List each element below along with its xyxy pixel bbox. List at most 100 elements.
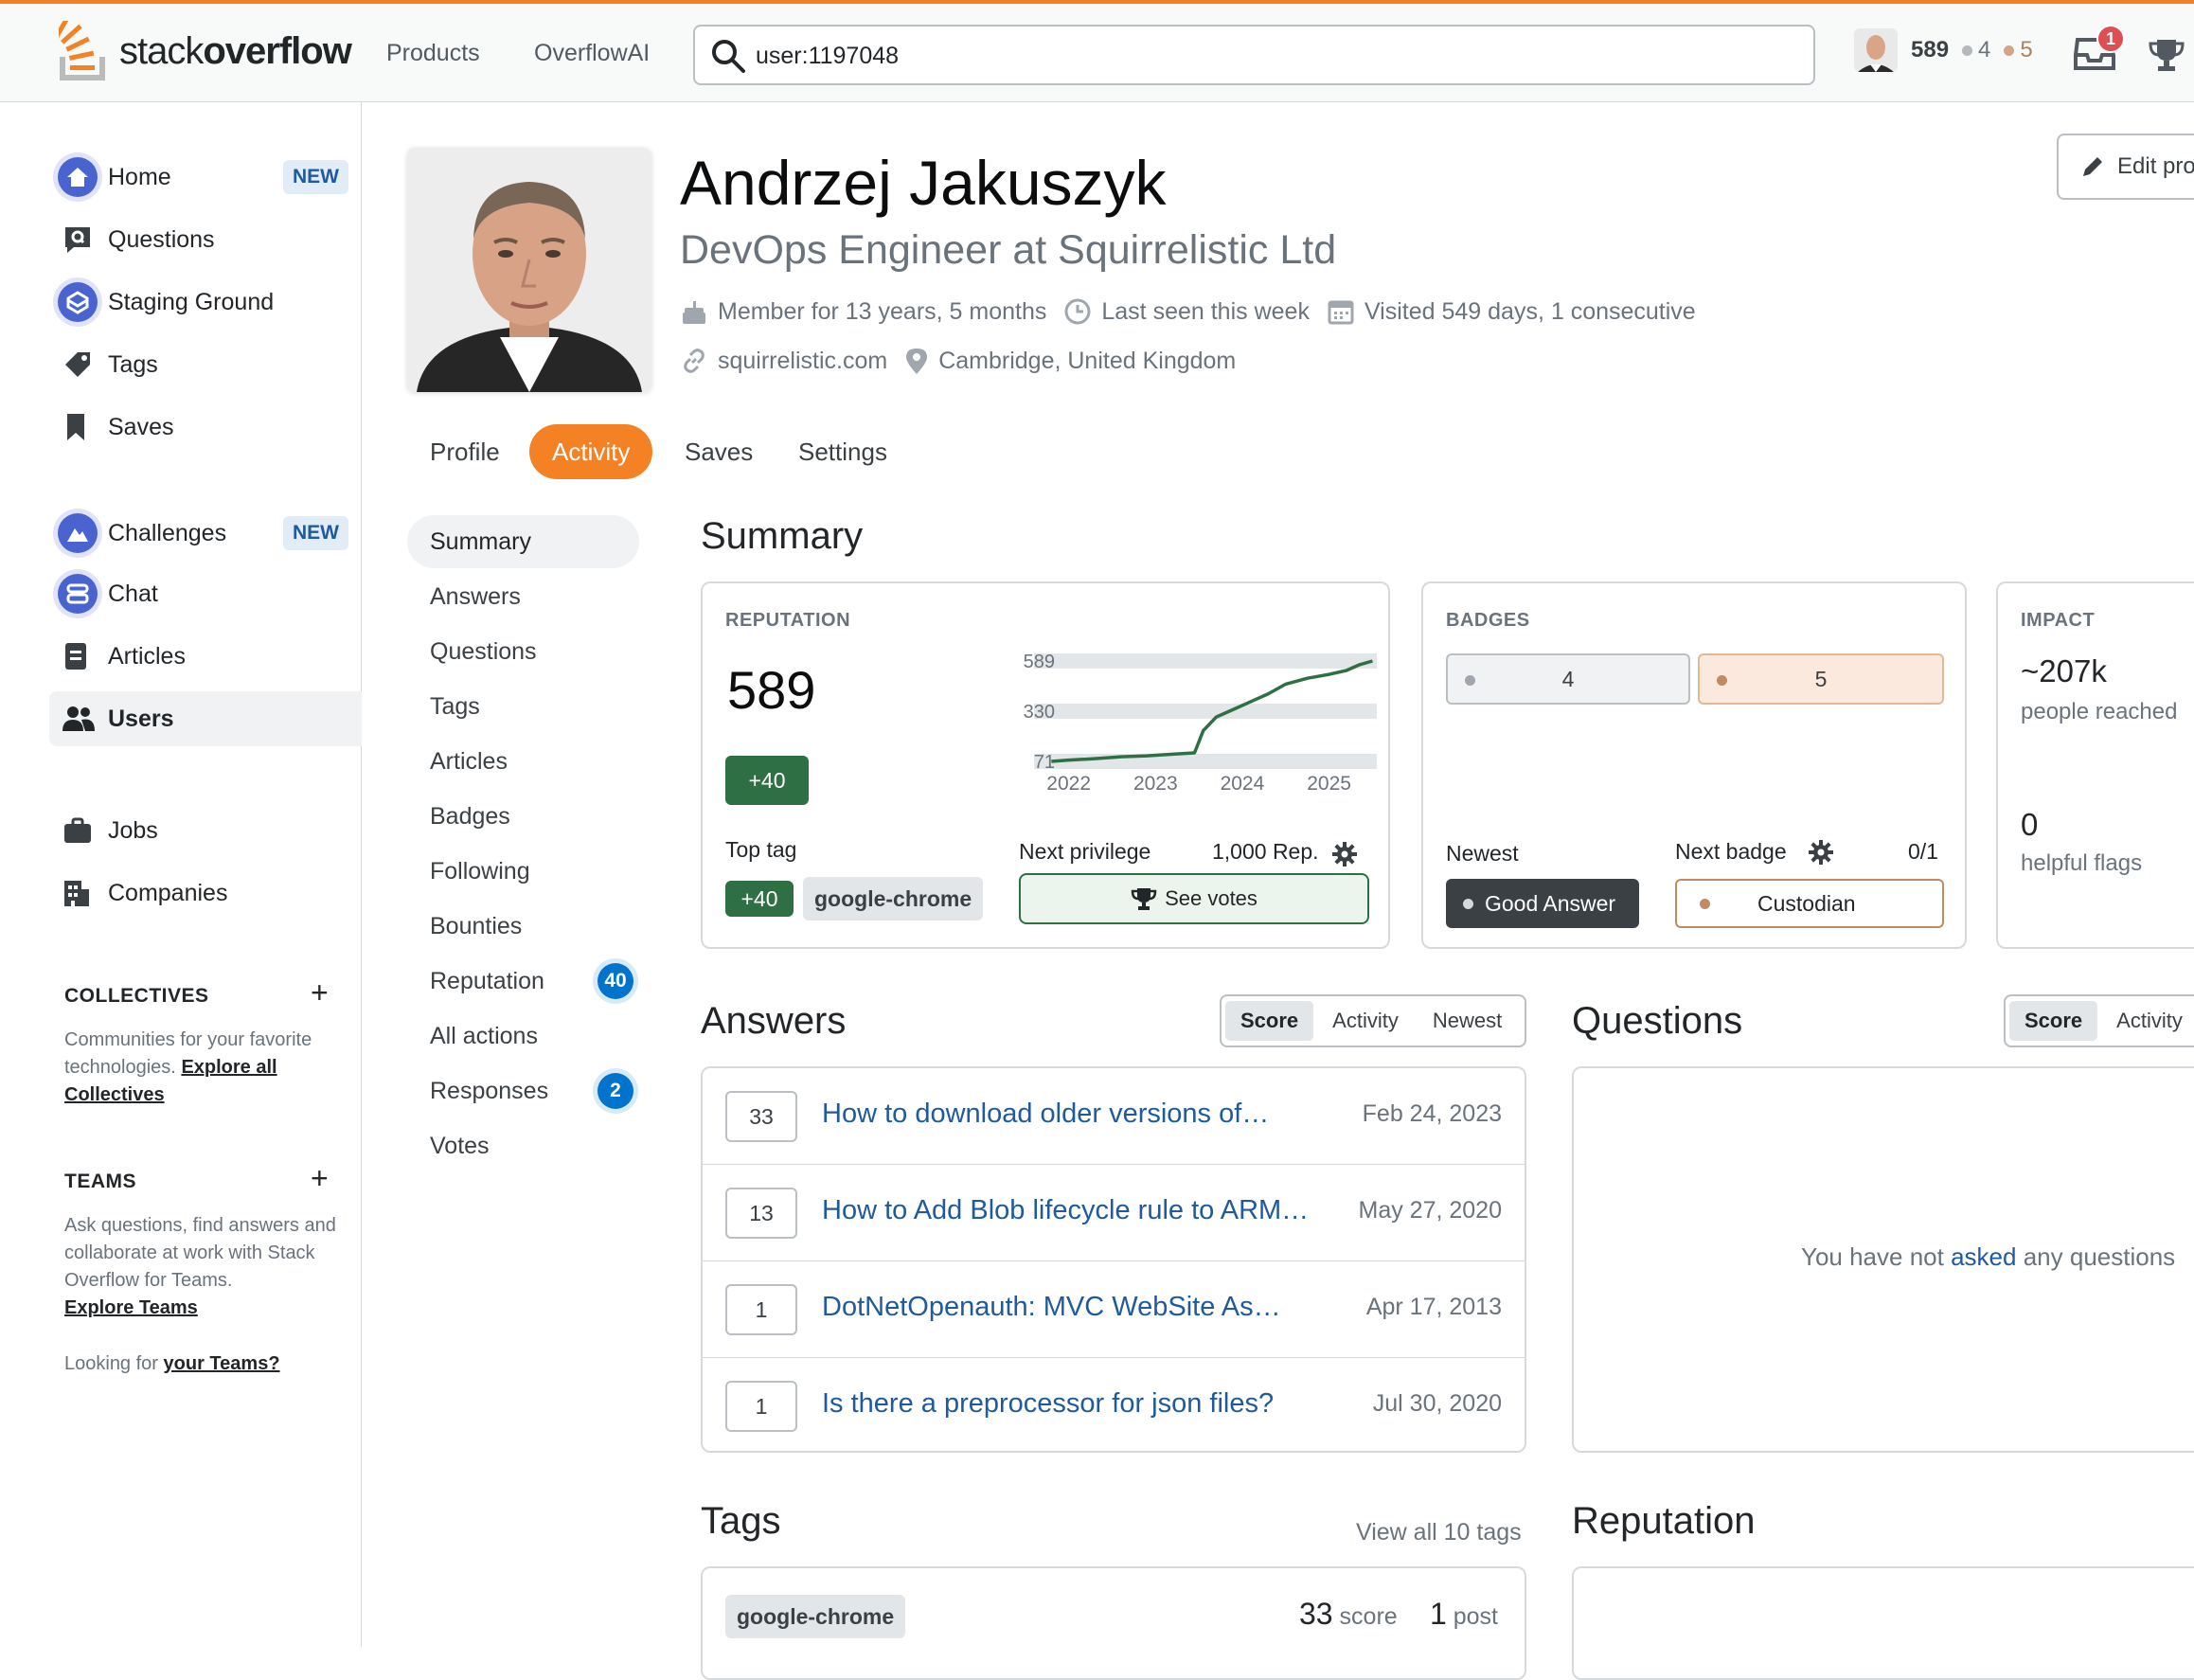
- activity-nav-votes[interactable]: Votes: [407, 1119, 639, 1172]
- visited-days: Visited 549 days, 1 consecutive: [1364, 297, 1696, 325]
- sidebar-item-companies[interactable]: Companies: [49, 866, 362, 920]
- sidebar-item-jobs[interactable]: Jobs: [49, 803, 362, 858]
- tag-score: 33 score: [1299, 1597, 1398, 1632]
- profile-name: Andrzej Jakuszyk: [680, 148, 1167, 218]
- sidebar-item-challenges[interactable]: Challenges NEW: [49, 506, 362, 561]
- sort-activity-button[interactable]: Activity: [1317, 1001, 1414, 1041]
- activity-nav-label: Reputation: [430, 967, 544, 994]
- location-icon: [906, 349, 928, 374]
- activity-nav-tags[interactable]: Tags: [407, 680, 639, 733]
- questions-empty-prefix: You have not: [1801, 1242, 1944, 1271]
- search-input[interactable]: user:1197048: [756, 43, 899, 70]
- reputation-count-badge: 40: [598, 963, 633, 999]
- gear-icon[interactable]: [1331, 841, 1358, 867]
- questions-list: You have not asked any questions: [1572, 1066, 2194, 1453]
- activity-nav-bounties[interactable]: Bounties: [407, 900, 639, 953]
- sidebar-item-saves[interactable]: Saves: [49, 400, 362, 455]
- last-seen: Last seen this week: [1101, 297, 1310, 325]
- chart-x-tick-label: 2024: [1221, 773, 1265, 795]
- activity-nav-reputation[interactable]: Reputation 40: [407, 955, 639, 1008]
- view-all-tags-link[interactable]: View all 10 tags: [1356, 1519, 1522, 1546]
- next-badge[interactable]: Custodian: [1675, 879, 1944, 928]
- answer-title-link[interactable]: DotNetOpenauth: MVC WebSite As…: [822, 1292, 1281, 1323]
- sidebar-item-home[interactable]: Home NEW: [49, 150, 362, 205]
- see-votes-button[interactable]: See votes: [1019, 873, 1369, 924]
- answer-date: Apr 17, 2013: [1365, 1294, 1502, 1320]
- top-tag-chip[interactable]: google-chrome: [803, 877, 984, 920]
- top-tag-label: Top tag: [725, 837, 797, 862]
- sidebar-item-staging-ground[interactable]: Staging Ground: [49, 275, 362, 330]
- sidebar-item-chat[interactable]: Chat: [49, 566, 362, 621]
- activity-nav-answers[interactable]: Answers: [407, 570, 639, 623]
- nav-overflowai[interactable]: OverflowAI: [534, 40, 650, 67]
- newest-badge-label: Newest: [1446, 841, 1519, 866]
- chart-x-tick-label: 2023: [1133, 773, 1178, 795]
- next-badge-label: Next badge: [1675, 839, 1787, 864]
- tag-chip[interactable]: google-chrome: [725, 1595, 906, 1638]
- activity-nav-summary[interactable]: Summary: [407, 515, 639, 568]
- bronze-badge-summary[interactable]: 5: [1698, 653, 1944, 705]
- activity-nav-articles[interactable]: Articles: [407, 735, 639, 788]
- asked-link[interactable]: asked: [1951, 1242, 2016, 1271]
- bronze-badge-count: 5: [2020, 37, 2033, 63]
- your-teams-link[interactable]: your Teams?: [164, 1353, 280, 1374]
- sidebar-item-articles[interactable]: Articles: [49, 629, 362, 684]
- logo-text-light: stack: [119, 29, 204, 72]
- reputation-card: REPUTATION 589 +40 589 330 71 2022 2023 2024 2…: [701, 581, 1390, 949]
- activity-nav-label: Summary: [430, 527, 531, 555]
- add-team-button[interactable]: +: [311, 1161, 329, 1196]
- tab-settings[interactable]: Settings: [776, 424, 910, 479]
- tab-activity[interactable]: Activity: [529, 424, 653, 479]
- impact-card: IMPACT ~207k people reached 0 helpful fl…: [1996, 581, 2194, 949]
- activity-nav-questions[interactable]: Questions: [407, 625, 639, 678]
- answer-score: 13: [725, 1188, 797, 1239]
- articles-icon: [65, 643, 86, 670]
- sidebar-item-users[interactable]: Users: [49, 691, 362, 746]
- activity-nav-label: Responses: [430, 1077, 549, 1104]
- answer-title-link[interactable]: How to Add Blob lifecycle rule to ARM…: [822, 1195, 1309, 1226]
- achievements-button[interactable]: [2148, 36, 2185, 74]
- sidebar-item-label: Staging Ground: [108, 288, 275, 315]
- activity-nav-following[interactable]: Following: [407, 845, 639, 898]
- sort-activity-button[interactable]: Activity: [2101, 1001, 2194, 1041]
- search-box[interactable]: user:1197048: [693, 25, 1815, 85]
- answer-title-link[interactable]: Is there a preprocessor for json files?: [822, 1388, 1274, 1420]
- website-link[interactable]: squirrelistic.com: [718, 348, 887, 375]
- tab-saves[interactable]: Saves: [662, 424, 776, 479]
- looking-for-teams-text: Looking for: [64, 1353, 158, 1374]
- inbox-button[interactable]: 1: [2072, 25, 2125, 72]
- sidebar-item-questions[interactable]: Questions: [49, 212, 362, 267]
- activity-nav-label: All actions: [430, 1022, 538, 1049]
- tags-heading: Tags: [701, 1500, 781, 1542]
- add-collective-button[interactable]: +: [311, 975, 329, 1010]
- avatar[interactable]: [1854, 28, 1898, 72]
- activity-nav-label: Answers: [430, 582, 521, 610]
- activity-nav-badges[interactable]: Badges: [407, 790, 639, 843]
- collectives-heading: COLLECTIVES: [64, 985, 209, 1007]
- explore-teams-link[interactable]: Explore Teams: [64, 1297, 198, 1318]
- sort-score-button[interactable]: Score: [1225, 1001, 1314, 1041]
- helpful-flags: 0: [2021, 807, 2039, 842]
- answer-title-link[interactable]: How to download older versions of…: [822, 1099, 1269, 1130]
- edit-profile-button[interactable]: Edit pro: [2057, 134, 2194, 200]
- reputation-heading: Reputation: [1572, 1500, 1756, 1542]
- sidebar-item-tags[interactable]: Tags: [49, 337, 362, 392]
- answer-row: 33 How to download older versions of… Fe…: [703, 1068, 1525, 1165]
- sidebar-item-label: Articles: [108, 642, 186, 670]
- badges-card-label: BADGES: [1446, 610, 1530, 631]
- people-reached: ~207k: [2021, 653, 2107, 688]
- stackoverflow-logo[interactable]: stackoverflow: [59, 21, 352, 81]
- activity-nav-all-actions[interactable]: All actions: [407, 1010, 639, 1063]
- user-card[interactable]: 589 4 5: [1854, 28, 2046, 72]
- helpful-flags-label: helpful flags: [2021, 850, 2143, 876]
- tag-posts-value: 1: [1430, 1597, 1447, 1631]
- tab-profile[interactable]: Profile: [407, 424, 523, 479]
- silver-badge-summary[interactable]: 4: [1446, 653, 1690, 705]
- nav-products[interactable]: Products: [386, 40, 480, 67]
- sort-score-button[interactable]: Score: [2009, 1001, 2098, 1041]
- activity-nav-responses[interactable]: Responses 2: [407, 1064, 639, 1117]
- newest-badge[interactable]: Good Answer: [1446, 879, 1639, 928]
- questions-heading: Questions: [1572, 1000, 1743, 1042]
- gear-icon[interactable]: [1808, 839, 1834, 866]
- sort-newest-button[interactable]: Newest: [1418, 1001, 1517, 1041]
